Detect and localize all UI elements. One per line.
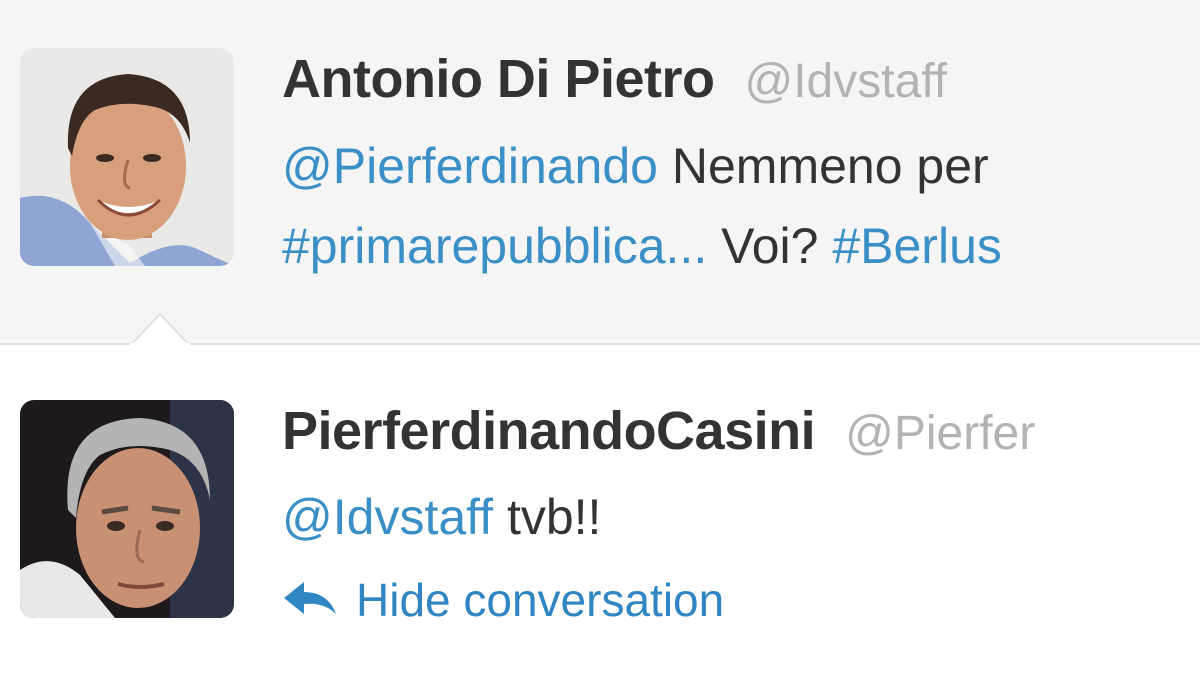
context-tweet[interactable]: Antonio Di Pietro @Idvstaff @Pierferdinan…: [0, 0, 1200, 345]
tweet-text-line: #primarepubblica... Voi? #Berlus: [282, 212, 1002, 280]
tweet-text: Nemmeno per: [657, 138, 989, 194]
conversation-view: Antonio Di Pietro @Idvstaff @Pierferdinan…: [0, 0, 1200, 675]
reply-tweet[interactable]: PierferdinandoCasini @Pierfer @Idvstaff t…: [0, 345, 1200, 675]
hide-conversation-label[interactable]: Hide conversation: [356, 573, 724, 627]
avatar[interactable]: [20, 48, 234, 266]
avatar-portrait-icon: [20, 48, 234, 266]
tweet-text-line: @Pierferdinando Nemmeno per: [282, 132, 989, 200]
hashtag-link[interactable]: #primarepubblica...: [282, 218, 707, 274]
tweet-text-line: @Idvstaff tvb!!: [282, 483, 601, 551]
tweet-header: PierferdinandoCasini @Pierfer: [282, 400, 1035, 462]
mention-link[interactable]: @Idvstaff: [282, 489, 493, 545]
mention-link[interactable]: @Pierferdinando: [282, 138, 658, 194]
tweet-text: Voi?: [707, 218, 833, 274]
fullname[interactable]: Antonio Di Pietro: [282, 49, 715, 109]
screen-name[interactable]: @Idvstaff: [744, 55, 947, 108]
fullname[interactable]: PierferdinandoCasini: [282, 401, 816, 461]
screen-name[interactable]: @Pierfer: [845, 407, 1035, 460]
hashtag-link[interactable]: #Berlus: [832, 218, 1002, 274]
tweet-text: tvb!!: [493, 489, 602, 545]
reply-arrow-icon: [284, 582, 336, 614]
hide-conversation-link[interactable]: Hide conversation: [280, 573, 724, 627]
tweet-header: Antonio Di Pietro @Idvstaff: [282, 48, 947, 110]
avatar[interactable]: [20, 400, 234, 618]
conversation-caret-icon: [130, 312, 190, 346]
avatar-portrait-icon: [20, 400, 234, 618]
